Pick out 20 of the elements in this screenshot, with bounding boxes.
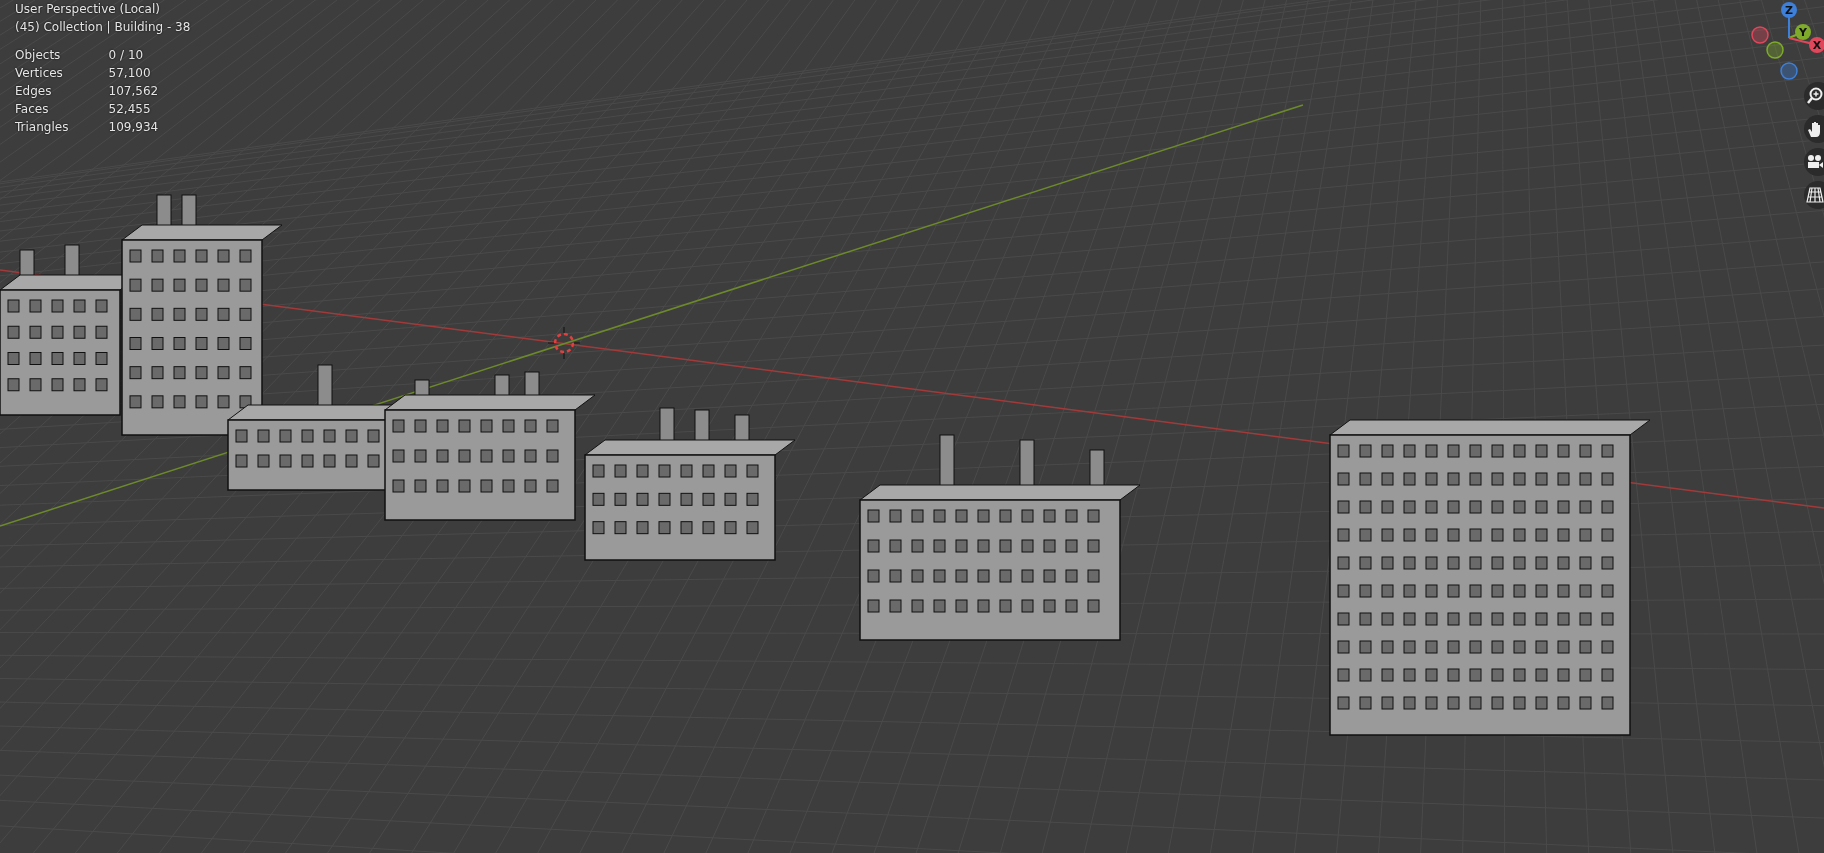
statistic-label: Edges	[15, 83, 53, 100]
statistic-value: 57,100	[108, 65, 152, 82]
axis-handle[interactable]: Z	[1781, 2, 1797, 18]
3d-viewport[interactable]: User Perspective (Local) (45) Collection | Building - 38 Objects 0 / 10 Vertices 57,100 Edges 107,562 Faces 52,455 Triangles 109,934 Z Y X	[0, 0, 1824, 853]
statistic-value: 109,934	[108, 119, 160, 136]
view-name-label: User Perspective (Local)	[15, 1, 161, 18]
3d-cursor-icon[interactable]	[547, 326, 581, 360]
collection-object-label: (45) Collection | Building - 38	[15, 19, 191, 36]
statistic-value: 107,562	[108, 83, 160, 100]
statistic-label: Vertices	[15, 65, 64, 82]
statistic-label: Objects	[15, 47, 62, 64]
axis-handle[interactable]: X	[1809, 37, 1824, 53]
negative-axis-handle[interactable]	[1780, 62, 1798, 80]
statistic-value: 52,455	[108, 101, 152, 118]
negative-axis-handle[interactable]	[1766, 41, 1784, 59]
statistic-label: Triangles	[15, 119, 70, 136]
statistic-label: Faces	[15, 101, 50, 118]
negative-axis-handle[interactable]	[1751, 26, 1769, 44]
axis-handle[interactable]: Y	[1795, 24, 1811, 40]
statistic-value: 0 / 10	[108, 47, 145, 64]
